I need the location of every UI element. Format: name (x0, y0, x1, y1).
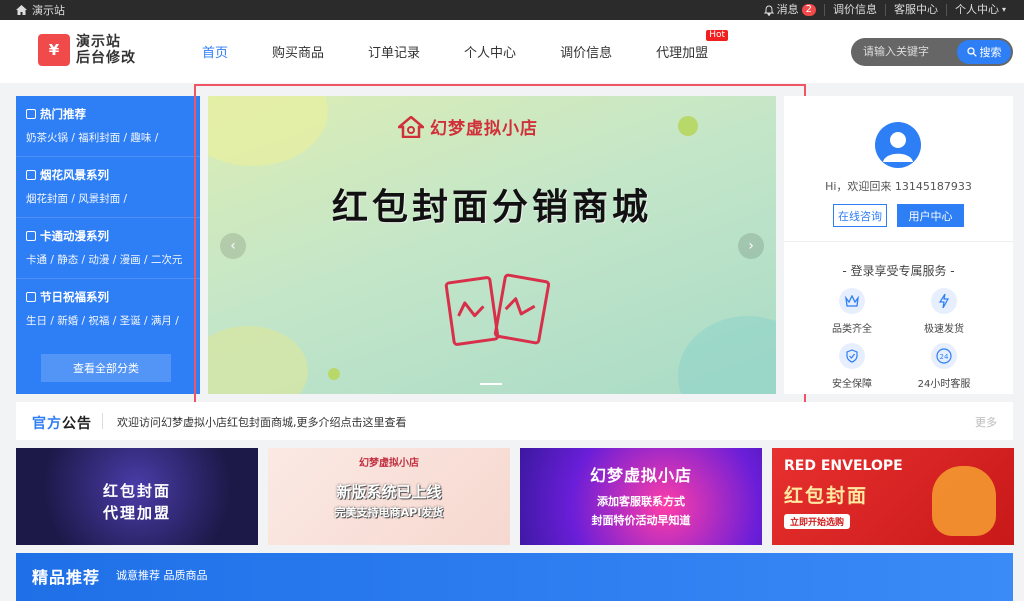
online-consult-button[interactable]: 在线咨询 (833, 204, 887, 227)
service-label: 极速发货 (924, 324, 964, 335)
clock-24-icon: 24 (931, 343, 957, 369)
service-item: 品类齐全 (812, 288, 892, 335)
category-sub-links[interactable]: 卡通 / 静态 / 动漫 / 漫画 / 二次元 (26, 252, 190, 267)
nav-order-records[interactable]: 订单记录 (346, 42, 442, 61)
user-center-button[interactable]: 用户中心 (897, 204, 964, 227)
service-label: 品类齐全 (832, 324, 872, 335)
notice-label-part2: 公告 (62, 416, 92, 432)
featured-section-header: 精品推荐 诚意推荐 品质商品 (16, 553, 1013, 601)
category-panel: 热门推荐 奶茶火锅 / 福利封面 / 趣味 / 烟花风景系列 烟花封面 / 风景… (16, 96, 200, 394)
category-title: 卡通动漫系列 (40, 229, 109, 243)
promo-brand: 幻梦虚拟小店 (359, 458, 419, 469)
promo-line: 完美支持电商API发货 (334, 506, 444, 519)
user-icon (883, 132, 913, 162)
category-fireworks[interactable]: 烟花风景系列 烟花封面 / 风景封面 / (16, 157, 200, 218)
category-icon (26, 292, 36, 302)
personal-center-link[interactable]: 个人中心 ▾ (945, 3, 1014, 16)
search-button-label: 搜索 (979, 46, 1002, 59)
logo-text-line1: 演示站 (76, 34, 121, 50)
category-title: 热门推荐 (40, 107, 86, 121)
featured-title: 精品推荐 (32, 568, 101, 587)
service-title: - 登录享受专属服务 - (842, 264, 955, 278)
svg-text:24: 24 (940, 353, 949, 361)
featured-subtitle: 诚意推荐 品质商品 (116, 569, 208, 582)
promo-line: 新版系统已上线 (336, 483, 442, 501)
promo-line: 代理加盟 (102, 504, 171, 522)
category-sub-links[interactable]: 生日 / 新婚 / 祝福 / 圣诞 / 满月 / (26, 313, 190, 328)
top-bar: 演示站 消息 2 调价信息 客服中心 个人中心 ▾ (0, 0, 1024, 20)
promo-line: 红包封面 (784, 485, 869, 507)
promo-line: 幻梦虚拟小店 (589, 466, 692, 485)
crown-icon (839, 288, 865, 314)
promo-line: 红包封面 (102, 482, 171, 500)
nav-personal-center[interactable]: 个人中心 (442, 42, 538, 61)
nav-price-info[interactable]: 调价信息 (538, 42, 634, 61)
category-title: 节日祝福系列 (40, 290, 109, 304)
notice-more-link[interactable]: 更多 (975, 414, 997, 430)
promo-tile-agency[interactable]: 红包封面 代理加盟 (16, 448, 258, 545)
main-nav: 首页 购买商品 订单记录 个人中心 调价信息 代理加盟 Hot (180, 20, 730, 83)
notice-bar: 官方公告 欢迎访问幻梦虚拟小店红包封面商城,更多介绍点击这里查看 更多 (16, 402, 1013, 440)
greeting-text: Hi，欢迎回来 13145187933 (825, 180, 972, 193)
dragon-mascot-icon (932, 466, 996, 536)
site-logo[interactable]: ¥ 演示站 后台修改 (38, 34, 136, 66)
yen-envelope-icon: ¥ (38, 34, 70, 66)
category-icon (26, 109, 36, 119)
search-box: 搜索 (851, 38, 1013, 66)
divider (102, 413, 103, 429)
home-icon (16, 5, 27, 15)
promo-tile-red-envelope[interactable]: RED ENVELOPE 红包封面 立即开始选购 (772, 448, 1014, 545)
bell-icon (763, 4, 774, 16)
category-sub-links[interactable]: 烟花封面 / 风景封面 / (26, 191, 190, 206)
notice-label-part1: 官方 (32, 416, 62, 432)
site-link[interactable]: 演示站 (16, 2, 65, 18)
category-icon (26, 231, 36, 241)
search-input[interactable] (863, 43, 953, 61)
service-label: 24小时客服 (917, 379, 971, 390)
notice-label: 官方公告 (32, 413, 92, 433)
personal-center-label: 个人中心 (954, 3, 999, 16)
service-item: 安全保障 (812, 343, 892, 390)
nav-home[interactable]: 首页 (180, 42, 250, 61)
category-title: 烟花风景系列 (40, 168, 109, 182)
logo-text-line2: 后台修改 (76, 50, 136, 66)
chevron-down-icon: ▾ (1001, 5, 1006, 14)
avatar[interactable] (875, 122, 921, 168)
notice-text-link[interactable]: 欢迎访问幻梦虚拟小店红包封面商城,更多介绍点击这里查看 (117, 414, 407, 430)
promo-line: 添加客服联系方式 (597, 495, 685, 508)
category-hot[interactable]: 热门推荐 奶茶火锅 / 福利封面 / 趣味 / (16, 96, 200, 157)
nav-buy-products[interactable]: 购买商品 (250, 42, 346, 61)
nav-agency[interactable]: 代理加盟 Hot (634, 30, 730, 61)
service-label: 安全保障 (832, 379, 872, 390)
price-info-link[interactable]: 调价信息 (823, 4, 885, 16)
promo-line: RED ENVELOPE (784, 458, 903, 474)
category-holiday[interactable]: 节日祝福系列 生日 / 新婚 / 祝福 / 圣诞 / 满月 / (16, 279, 200, 340)
lightning-icon (931, 288, 957, 314)
search-button[interactable]: 搜索 (957, 40, 1011, 64)
category-cartoon[interactable]: 卡通动漫系列 卡通 / 静态 / 动漫 / 漫画 / 二次元 (16, 218, 200, 279)
promo-cta[interactable]: 立即开始选购 (784, 514, 851, 529)
main-header: ¥ 演示站 后台修改 首页 购买商品 订单记录 个人中心 调价信息 代理加盟 H… (0, 20, 1024, 83)
nav-agency-label: 代理加盟 (656, 46, 709, 61)
messages-link[interactable]: 消息 2 (756, 4, 824, 16)
search-icon (966, 47, 977, 57)
site-name: 演示站 (32, 4, 65, 17)
promo-tile-contact[interactable]: 幻梦虚拟小店 添加客服联系方式 封面特价活动早知道 (520, 448, 762, 545)
promo-tile-new-system[interactable]: 幻梦虚拟小店 新版系统已上线 完美支持电商API发货 (268, 448, 510, 545)
messages-count-badge: 2 (801, 4, 816, 16)
category-sub-links[interactable]: 奶茶火锅 / 福利封面 / 趣味 / (26, 130, 190, 145)
highlight-frame (194, 84, 806, 414)
shield-icon (839, 343, 865, 369)
service-item: 极速发货 (904, 288, 984, 335)
user-panel: Hi，欢迎回来 13145187933 在线咨询 用户中心 - 登录享受专属服务… (784, 96, 1013, 394)
messages-label: 消息 (776, 3, 799, 16)
hot-badge: Hot (706, 30, 729, 41)
service-center-link[interactable]: 客服中心 (884, 4, 946, 16)
view-all-categories-button[interactable]: 查看全部分类 (41, 354, 171, 382)
divider (784, 241, 1013, 242)
promo-line: 封面特价活动早知道 (591, 514, 691, 527)
service-item: 24 24小时客服 (904, 343, 984, 390)
category-icon (26, 170, 36, 180)
